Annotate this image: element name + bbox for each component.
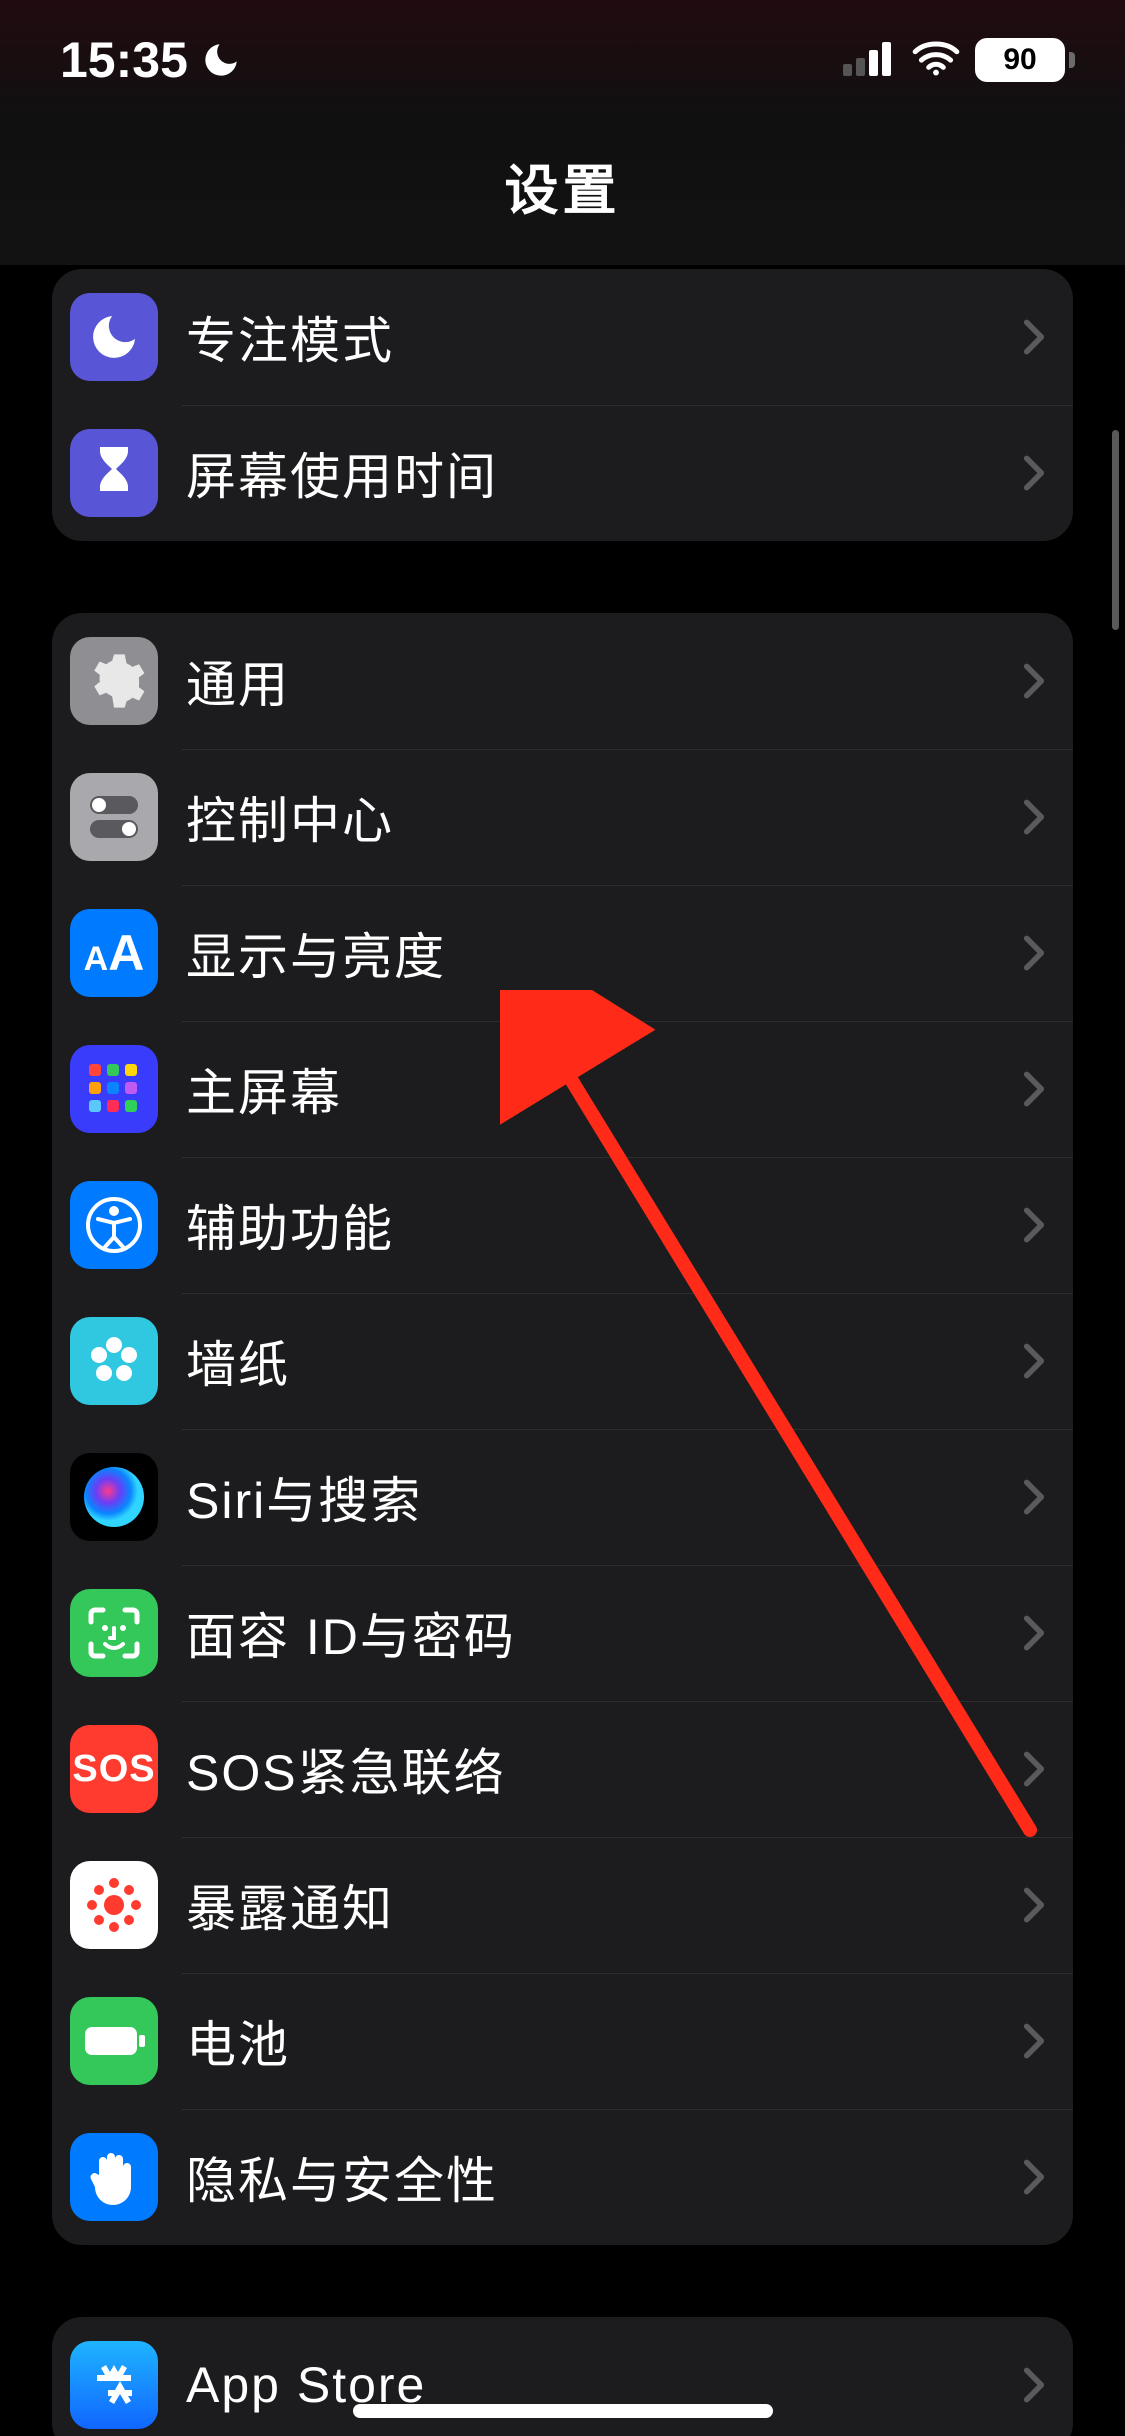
settings-row-display[interactable]: AA 显示与亮度 bbox=[52, 885, 1073, 1021]
sos-icon: SOS bbox=[70, 1725, 158, 1813]
settings-group-focus: 专注模式 屏幕使用时间 bbox=[52, 269, 1073, 541]
page-title: 设置 bbox=[505, 146, 621, 225]
status-bar: 15:35 90 bbox=[0, 0, 1125, 120]
siri-icon bbox=[70, 1453, 158, 1541]
gear-icon bbox=[70, 637, 158, 725]
settings-row-faceid[interactable]: 面容 ID与密码 bbox=[52, 1565, 1073, 1701]
status-right: 90 bbox=[843, 38, 1075, 82]
home-indicator[interactable] bbox=[353, 2404, 773, 2418]
settings-row-accessibility[interactable]: 辅助功能 bbox=[52, 1157, 1073, 1293]
chevron-right-icon bbox=[1023, 454, 1045, 492]
faceid-icon bbox=[70, 1589, 158, 1677]
flower-icon bbox=[70, 1317, 158, 1405]
row-label: 主屏幕 bbox=[186, 1053, 1023, 1125]
row-label: 面容 ID与密码 bbox=[186, 1597, 1023, 1669]
row-label: 暴露通知 bbox=[186, 1869, 1023, 1941]
status-left: 15:35 bbox=[60, 31, 242, 89]
battery-level: 90 bbox=[1003, 43, 1036, 77]
chevron-right-icon bbox=[1023, 1478, 1045, 1516]
settings-row-control-center[interactable]: 控制中心 bbox=[52, 749, 1073, 885]
hand-icon bbox=[70, 2133, 158, 2221]
settings-row-general[interactable]: 通用 bbox=[52, 613, 1073, 749]
row-label: 墙纸 bbox=[186, 1325, 1023, 1397]
settings-row-battery[interactable]: 电池 bbox=[52, 1973, 1073, 2109]
settings-row-privacy[interactable]: 隐私与安全性 bbox=[52, 2109, 1073, 2245]
row-label: SOS紧急联络 bbox=[186, 1733, 1023, 1805]
chevron-right-icon bbox=[1023, 1614, 1045, 1652]
accessibility-icon bbox=[70, 1181, 158, 1269]
battery-indicator: 90 bbox=[975, 38, 1075, 82]
row-label: 专注模式 bbox=[186, 301, 1023, 373]
chevron-right-icon bbox=[1023, 662, 1045, 700]
scroll-indicator[interactable] bbox=[1112, 430, 1119, 630]
moon-icon bbox=[70, 293, 158, 381]
chevron-right-icon bbox=[1023, 934, 1045, 972]
settings-content[interactable]: 专注模式 屏幕使用时间 通用 bbox=[0, 265, 1125, 2436]
row-label: Siri与搜索 bbox=[186, 1461, 1023, 1533]
chevron-right-icon bbox=[1023, 318, 1045, 356]
appstore-icon bbox=[70, 2341, 158, 2429]
wifi-icon bbox=[911, 39, 961, 82]
chevron-right-icon bbox=[1023, 2022, 1045, 2060]
battery-icon bbox=[70, 1997, 158, 2085]
row-label: 电池 bbox=[186, 2005, 1023, 2077]
row-label: 控制中心 bbox=[186, 781, 1023, 853]
cellular-signal-icon bbox=[843, 40, 897, 81]
hourglass-icon bbox=[70, 429, 158, 517]
text-size-icon: AA bbox=[70, 909, 158, 997]
app-grid-icon bbox=[70, 1045, 158, 1133]
settings-row-exposure[interactable]: 暴露通知 bbox=[52, 1837, 1073, 1973]
settings-row-sos[interactable]: SOS SOS紧急联络 bbox=[52, 1701, 1073, 1837]
chevron-right-icon bbox=[1023, 1342, 1045, 1380]
row-label: 辅助功能 bbox=[186, 1189, 1023, 1261]
chevron-right-icon bbox=[1023, 1886, 1045, 1924]
settings-row-siri[interactable]: Siri与搜索 bbox=[52, 1429, 1073, 1565]
settings-row-wallpaper[interactable]: 墙纸 bbox=[52, 1293, 1073, 1429]
row-label: 屏幕使用时间 bbox=[186, 437, 1023, 509]
row-label: 隐私与安全性 bbox=[186, 2141, 1023, 2213]
settings-group-store: App Store bbox=[52, 2317, 1073, 2436]
chevron-right-icon bbox=[1023, 2158, 1045, 2196]
chevron-right-icon bbox=[1023, 2366, 1045, 2404]
chevron-right-icon bbox=[1023, 1750, 1045, 1788]
settings-row-appstore[interactable]: App Store bbox=[52, 2317, 1073, 2436]
settings-row-screentime[interactable]: 屏幕使用时间 bbox=[52, 405, 1073, 541]
exposure-icon bbox=[70, 1861, 158, 1949]
settings-row-home[interactable]: 主屏幕 bbox=[52, 1021, 1073, 1157]
settings-row-focus[interactable]: 专注模式 bbox=[52, 269, 1073, 405]
toggles-icon bbox=[70, 773, 158, 861]
chevron-right-icon bbox=[1023, 1070, 1045, 1108]
chevron-right-icon bbox=[1023, 798, 1045, 836]
dnd-moon-icon bbox=[200, 39, 242, 81]
status-time: 15:35 bbox=[60, 31, 188, 89]
row-label: 通用 bbox=[186, 645, 1023, 717]
settings-group-general: 通用 控制中心 AA 显示与亮度 bbox=[52, 613, 1073, 2245]
row-label: 显示与亮度 bbox=[186, 917, 1023, 989]
chevron-right-icon bbox=[1023, 1206, 1045, 1244]
